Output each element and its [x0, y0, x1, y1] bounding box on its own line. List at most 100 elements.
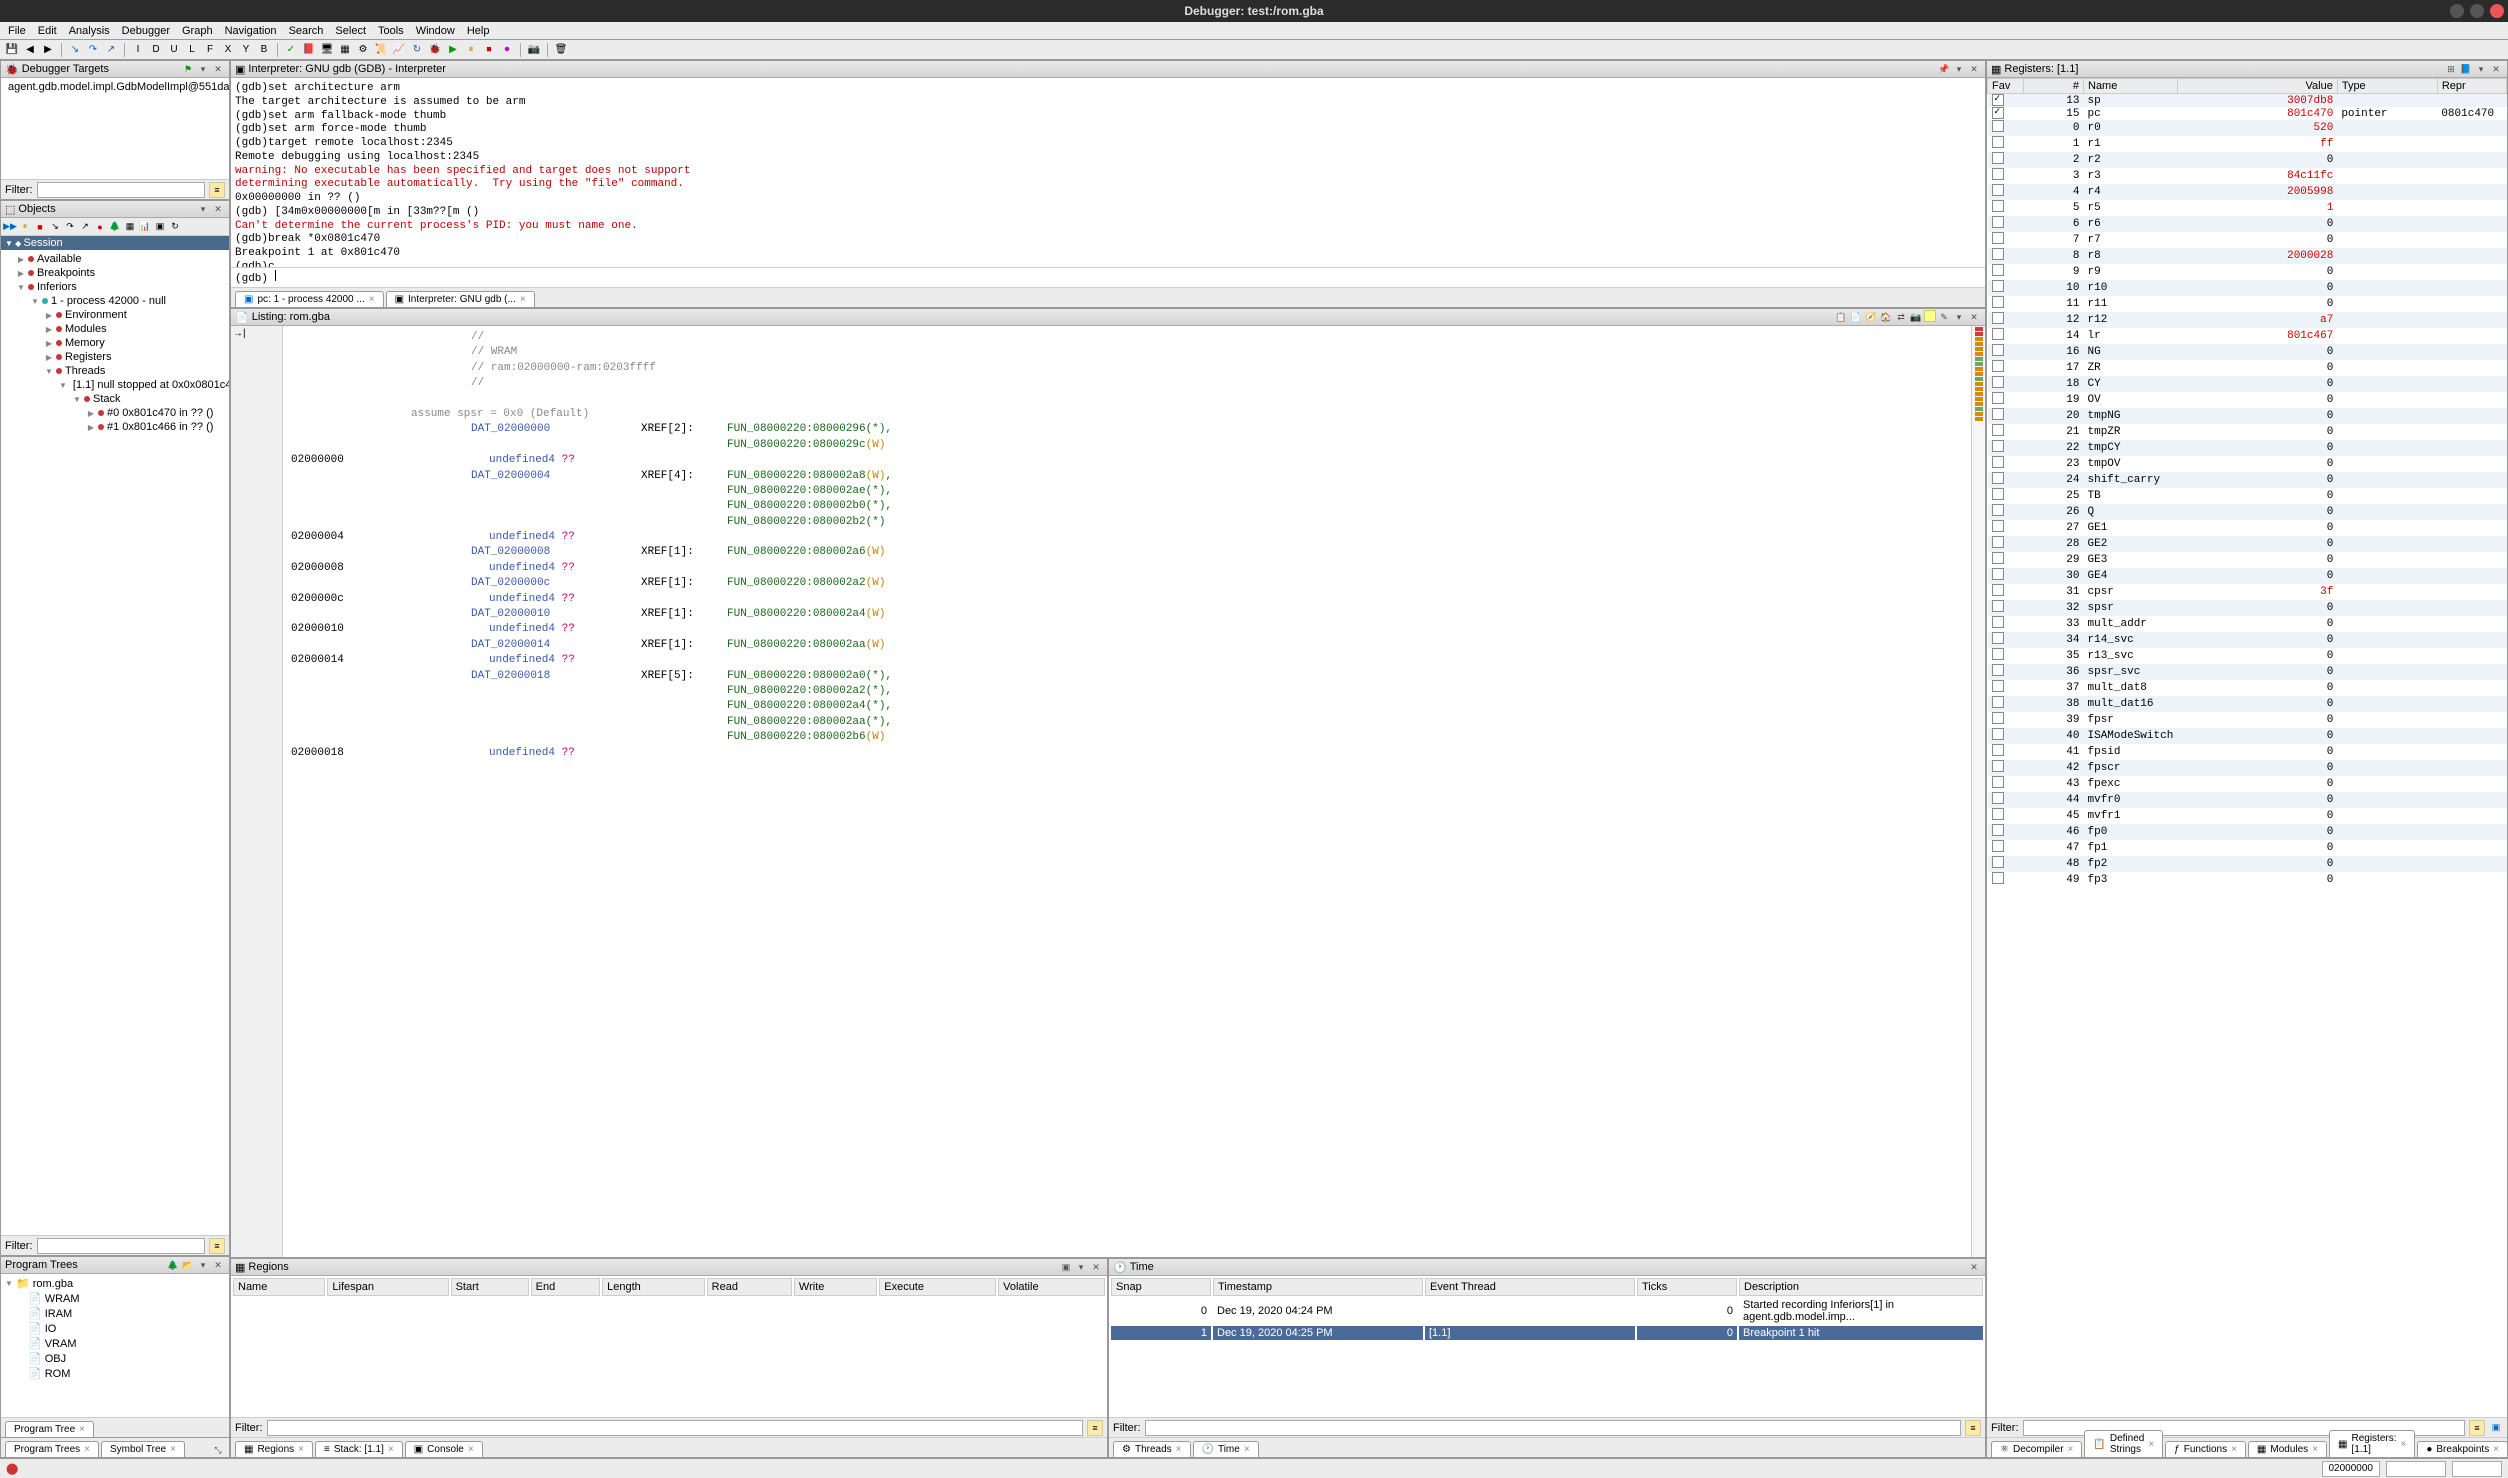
terminal-input-row[interactable]: (gdb)	[231, 267, 1985, 287]
time-row[interactable]: 0Dec 19, 2020 04:24 PM0Started recording…	[1111, 1298, 1983, 1324]
menu-tools[interactable]: Tools	[374, 25, 408, 37]
panel-menu-icon[interactable]: ▾	[1952, 62, 1966, 76]
graph-icon[interactable]: 📊	[138, 220, 152, 234]
l-icon[interactable]: L	[184, 42, 200, 58]
step-over-icon[interactable]: ↷	[85, 42, 101, 58]
filter-settings-icon[interactable]: ≡	[2469, 1420, 2485, 1436]
bug-icon[interactable]: 🐞	[427, 42, 443, 58]
fav-checkbox[interactable]	[1992, 136, 2004, 148]
filter-toggle-icon[interactable]: ▣	[2489, 1421, 2503, 1435]
register-row[interactable]: 40ISAModeSwitch0	[1988, 728, 2507, 744]
register-row[interactable]: 36spsr_svc0	[1988, 664, 2507, 680]
regions-filter-input[interactable]	[267, 1420, 1084, 1436]
tab-symbol-tree[interactable]: Symbol Tree×	[101, 1441, 185, 1457]
tab-registers[interactable]: ▦Registers: [1.1]×	[2329, 1430, 2415, 1457]
time-row[interactable]: 1Dec 19, 2020 04:25 PM[1.1]0Breakpoint 1…	[1111, 1326, 1983, 1340]
panel-menu-icon[interactable]: ▾	[196, 1258, 210, 1272]
table-icon[interactable]: ▦	[123, 220, 137, 234]
tab-close-icon[interactable]: ×	[170, 1444, 176, 1455]
console-icon[interactable]: ▣	[153, 220, 167, 234]
menu-navigation[interactable]: Navigation	[221, 25, 281, 37]
register-row[interactable]: 16NG0	[1988, 344, 2507, 360]
stop-icon[interactable]: ■	[33, 220, 47, 234]
register-row[interactable]: 2r20	[1988, 152, 2507, 168]
fav-checkbox[interactable]	[1992, 152, 2004, 164]
close-button[interactable]	[2490, 4, 2504, 18]
fav-checkbox[interactable]	[1992, 744, 2004, 756]
menu-analysis[interactable]: Analysis	[65, 25, 114, 37]
tab-time[interactable]: 🕐Time×	[1193, 1441, 1259, 1457]
panel-menu-icon[interactable]: ▾	[2474, 62, 2488, 76]
register-row[interactable]: 43fpexc0	[1988, 776, 2507, 792]
register-row[interactable]: 15pc801c470pointer0801c470	[1988, 107, 2507, 120]
register-row[interactable]: 35r13_svc0	[1988, 648, 2507, 664]
menu-debugger[interactable]: Debugger	[118, 25, 174, 37]
u-icon[interactable]: U	[166, 42, 182, 58]
register-row[interactable]: 0r0520	[1988, 120, 2507, 136]
text-icon[interactable]: I	[130, 42, 146, 58]
fav-checkbox[interactable]	[1992, 264, 2004, 276]
tab-close-icon[interactable]: ×	[2148, 1439, 2154, 1450]
time-filter-input[interactable]	[1145, 1420, 1962, 1436]
tab-close-icon[interactable]: ×	[2231, 1444, 2237, 1455]
fav-checkbox[interactable]	[1992, 728, 2004, 740]
fav-checkbox[interactable]	[1992, 664, 2004, 676]
prog-tree-item[interactable]: 📄WRAM	[3, 1291, 227, 1306]
tab-close-icon[interactable]: ×	[2068, 1444, 2074, 1455]
fav-checkbox[interactable]	[1992, 792, 2004, 804]
register-row[interactable]: 11r110	[1988, 296, 2507, 312]
register-row[interactable]: 37mult_dat80	[1988, 680, 2507, 696]
d-icon[interactable]: D	[148, 42, 164, 58]
register-row[interactable]: 32spsr0	[1988, 600, 2507, 616]
register-row[interactable]: 18CY0	[1988, 376, 2507, 392]
highlight-icon[interactable]	[1924, 310, 1936, 322]
fav-checkbox[interactable]	[1992, 600, 2004, 612]
menu-file[interactable]: File	[4, 25, 30, 37]
fav-checkbox[interactable]	[1992, 824, 2004, 836]
fav-checkbox[interactable]	[1992, 648, 2004, 660]
fav-checkbox[interactable]	[1992, 472, 2004, 484]
fav-checkbox[interactable]	[1992, 808, 2004, 820]
tab-close-icon[interactable]: ×	[79, 1424, 85, 1435]
trash-icon[interactable]: 🗑	[553, 42, 569, 58]
edit-icon[interactable]: ✎	[1937, 310, 1951, 324]
register-row[interactable]: 13sp3007db8	[1988, 94, 2507, 108]
step-out-icon[interactable]: ↗	[103, 42, 119, 58]
book-icon[interactable]: 📕	[301, 42, 317, 58]
menu-select[interactable]: Select	[331, 25, 370, 37]
back-icon[interactable]: ◀	[22, 42, 38, 58]
register-row[interactable]: 7r70	[1988, 232, 2507, 248]
panel-close-icon[interactable]: ✕	[211, 202, 225, 216]
prog-tree-item[interactable]: 📄IRAM	[3, 1306, 227, 1321]
panel-close-icon[interactable]: ✕	[211, 1258, 225, 1272]
prog-tree-item[interactable]: 📄OBJ	[3, 1351, 227, 1366]
b-icon[interactable]: B	[256, 42, 272, 58]
register-row[interactable]: 41fpsid0	[1988, 744, 2507, 760]
targets-filter-input[interactable]	[37, 182, 206, 198]
fav-checkbox[interactable]	[1992, 616, 2004, 628]
menu-window[interactable]: Window	[412, 25, 459, 37]
tab-decompiler[interactable]: ⚛Decompiler×	[1991, 1441, 2082, 1457]
register-row[interactable]: 21tmpZR0	[1988, 424, 2507, 440]
panel-menu-icon[interactable]: ▾	[196, 62, 210, 76]
register-row[interactable]: 45mvfr10	[1988, 808, 2507, 824]
tree-node-thread1[interactable]: ▼[1.1] null stopped at 0x0x0801c470 in ?…	[3, 378, 227, 392]
tree-node-memory[interactable]: ▶Memory	[3, 336, 227, 350]
register-row[interactable]: 48fp20	[1988, 856, 2507, 872]
registers-table[interactable]: Fav#NameValueTypeRepr 13sp3007db815pc801…	[1987, 78, 2507, 888]
paste-icon[interactable]: 📄	[1849, 310, 1863, 324]
fav-checkbox[interactable]	[1992, 456, 2004, 468]
book-icon[interactable]: 📘	[2459, 62, 2473, 76]
tab-breakpoints[interactable]: ●Breakpoints×	[2417, 1441, 2508, 1457]
copy-icon[interactable]: 📋	[1834, 310, 1848, 324]
tab-program-tree[interactable]: Program Tree×	[5, 1421, 94, 1437]
fav-checkbox[interactable]	[1992, 760, 2004, 772]
diff-icon[interactable]: ⇄	[1894, 310, 1908, 324]
register-row[interactable]: 28GE20	[1988, 536, 2507, 552]
fav-checkbox[interactable]	[1992, 216, 2004, 228]
register-row[interactable]: 3r384c11fc	[1988, 168, 2507, 184]
register-row[interactable]: 27GE10	[1988, 520, 2507, 536]
fav-checkbox[interactable]	[1992, 872, 2004, 884]
fav-checkbox[interactable]	[1992, 712, 2004, 724]
listing-content[interactable]: //// WRAM// ram:02000000-ram:0203ffff//a…	[283, 326, 1971, 1257]
